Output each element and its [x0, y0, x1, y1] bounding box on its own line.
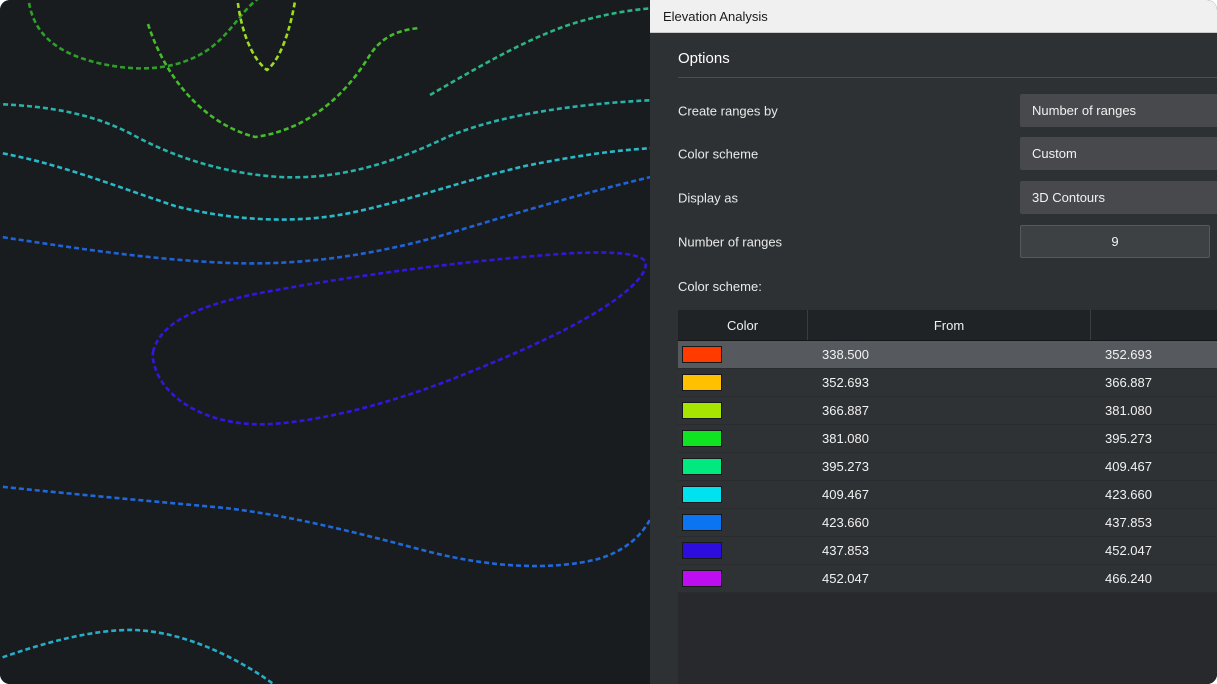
elevation-analysis-panel: Elevation Analysis Options Create ranges…: [650, 0, 1217, 684]
range-to: 437.853: [1091, 515, 1217, 530]
create-ranges-by-dropdown[interactable]: Number of ranges: [1020, 94, 1217, 127]
color-scheme-dropdown[interactable]: Custom: [1020, 137, 1217, 170]
color-swatch[interactable]: [682, 570, 722, 587]
table-row[interactable]: 352.693 366.887: [678, 369, 1217, 397]
table-header: Color From: [678, 310, 1217, 341]
color-swatch[interactable]: [682, 374, 722, 391]
range-from: 352.693: [808, 375, 1091, 390]
range-to: 381.080: [1091, 403, 1217, 418]
create-ranges-by-label: Create ranges by: [678, 103, 778, 118]
range-to: 452.047: [1091, 543, 1217, 558]
dropdown-selected-value: Custom: [1032, 146, 1077, 161]
table-row[interactable]: 452.047 466.240: [678, 565, 1217, 593]
form-row-display-as: Display as 3D Contours: [678, 181, 1217, 214]
dropdown-selected-value: 3D Contours: [1032, 190, 1105, 205]
contour-indigo-loop-line: [153, 252, 646, 424]
range-to: 409.467: [1091, 459, 1217, 474]
color-swatch[interactable]: [682, 542, 722, 559]
dropdown-selected-value: Number of ranges: [1032, 103, 1136, 118]
range-to: 366.887: [1091, 375, 1217, 390]
panel-titlebar[interactable]: Elevation Analysis: [650, 0, 1217, 33]
table-row[interactable]: 409.467 423.660: [678, 481, 1217, 509]
display-as-label: Display as: [678, 190, 738, 205]
color-scheme-table-caption: Color scheme:: [678, 279, 762, 294]
range-from: 423.660: [808, 515, 1091, 530]
application-window: Elevation Analysis Options Create ranges…: [0, 0, 1217, 684]
range-to: 395.273: [1091, 431, 1217, 446]
table-row[interactable]: 395.273 409.467: [678, 453, 1217, 481]
header-to: [1091, 310, 1217, 340]
contour-teal-upper-line: [0, 100, 650, 177]
number-of-ranges-label: Number of ranges: [678, 234, 782, 249]
contour-green-outer-line: [28, 0, 262, 68]
contour-teal-topright-line: [430, 8, 650, 95]
header-color: Color: [678, 310, 808, 340]
color-scheme-label: Color scheme: [678, 146, 758, 161]
contour-cyan-bottom-line: [0, 630, 290, 684]
range-to: 352.693: [1091, 347, 1217, 362]
contour-cyan-mid-line: [0, 148, 650, 220]
color-swatch[interactable]: [682, 430, 722, 447]
section-divider: [678, 77, 1217, 78]
form-row-number-of-ranges: Number of ranges 9: [678, 225, 1217, 258]
form-row-color-scheme: Color scheme Custom: [678, 137, 1217, 170]
range-from: 381.080: [808, 431, 1091, 446]
range-from: 437.853: [808, 543, 1091, 558]
range-from: 395.273: [808, 459, 1091, 474]
header-from: From: [808, 310, 1091, 340]
range-from: 366.887: [808, 403, 1091, 418]
contour-blue-upper-line: [0, 176, 650, 263]
table-row[interactable]: 423.660 437.853: [678, 509, 1217, 537]
color-swatch[interactable]: [682, 346, 722, 363]
table-row[interactable]: 366.887 381.080: [678, 397, 1217, 425]
color-swatch[interactable]: [682, 402, 722, 419]
color-ranges-table: Color From 338.500 352.693 352.693 366.8…: [678, 310, 1217, 684]
map-viewport[interactable]: [0, 0, 650, 684]
color-swatch[interactable]: [682, 514, 722, 531]
table-row[interactable]: 437.853 452.047: [678, 537, 1217, 565]
number-of-ranges-value: 9: [1111, 234, 1118, 249]
panel-title: Elevation Analysis: [663, 9, 768, 24]
range-to: 423.660: [1091, 487, 1217, 502]
color-swatch[interactable]: [682, 458, 722, 475]
table-row[interactable]: 338.500 352.693: [678, 341, 1217, 369]
range-to: 466.240: [1091, 571, 1217, 586]
form-row-create-ranges-by: Create ranges by Number of ranges: [678, 94, 1217, 127]
range-from: 338.500: [808, 347, 1091, 362]
map-canvas[interactable]: [0, 0, 650, 684]
color-swatch[interactable]: [682, 486, 722, 503]
number-of-ranges-input[interactable]: 9: [1020, 225, 1210, 258]
display-as-dropdown[interactable]: 3D Contours: [1020, 181, 1217, 214]
contour-blue-lower-line: [0, 486, 650, 566]
range-from: 409.467: [808, 487, 1091, 502]
range-from: 452.047: [808, 571, 1091, 586]
table-row[interactable]: 381.080 395.273: [678, 425, 1217, 453]
options-heading: Options: [678, 50, 730, 67]
